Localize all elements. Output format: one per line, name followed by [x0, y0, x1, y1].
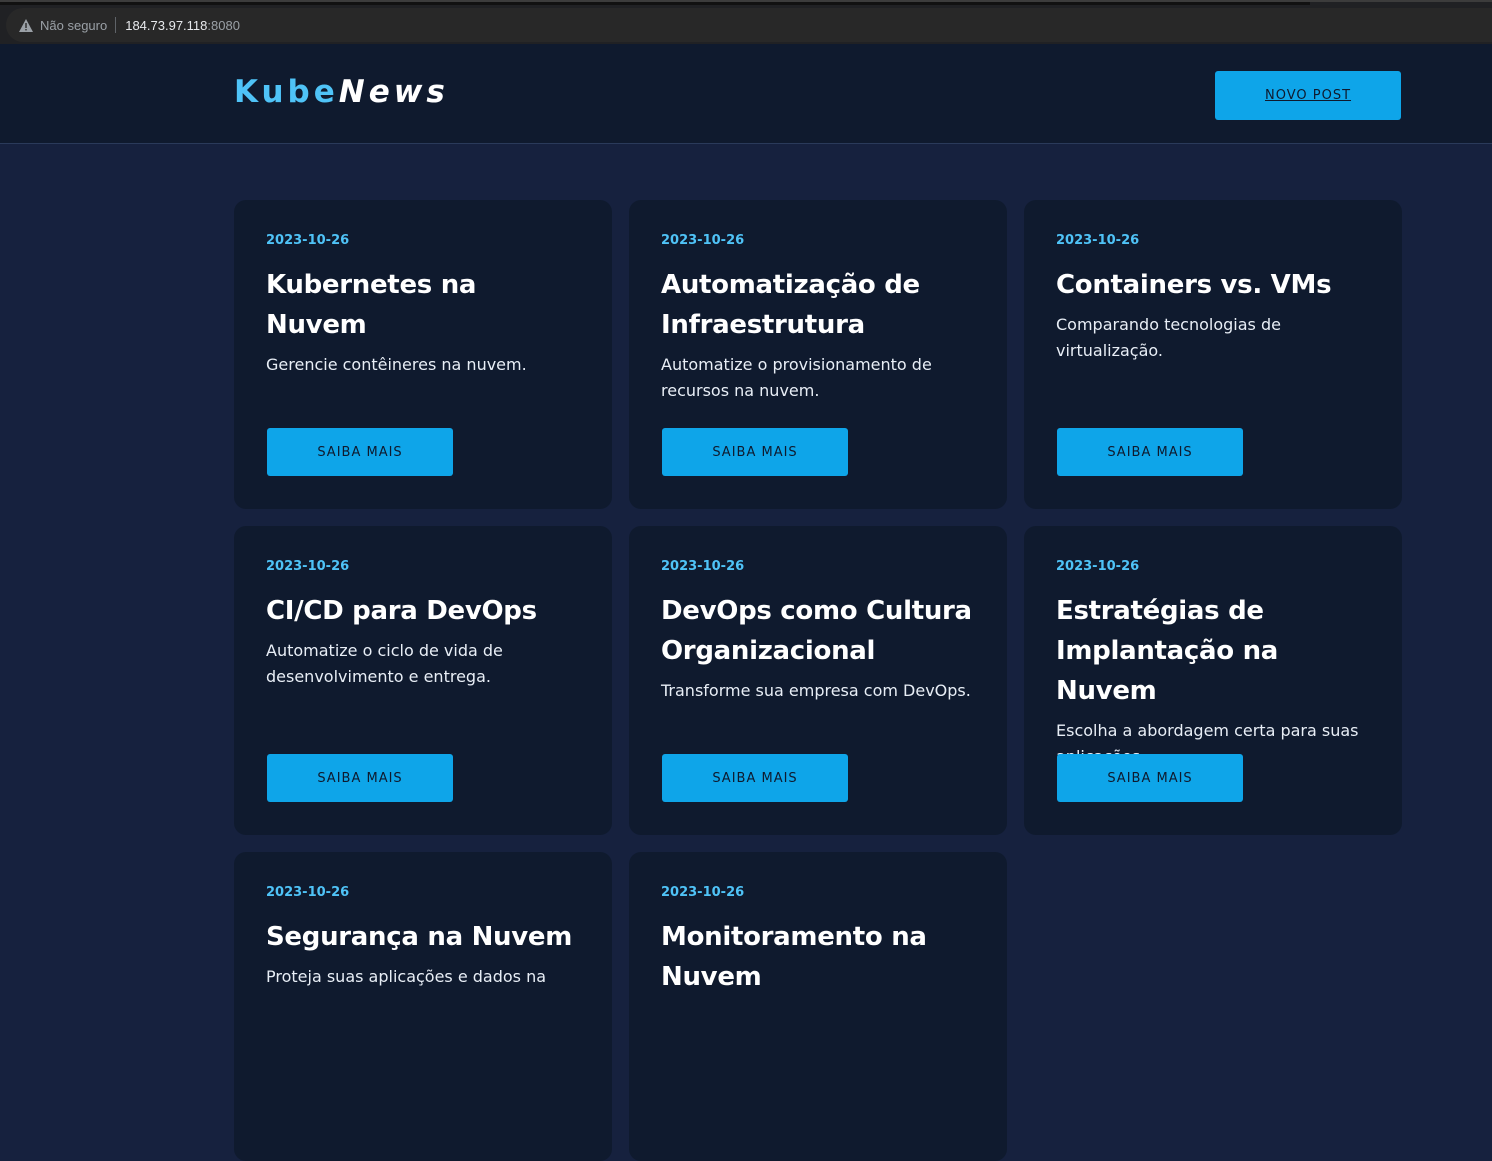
- post-card: 2023-10-26 Containers vs. VMs Comparando…: [1024, 200, 1402, 509]
- post-title: DevOps como Cultura Organizacional: [661, 596, 972, 666]
- post-card: 2023-10-26 CI/CD para DevOps Automatize …: [234, 526, 612, 835]
- url-port[interactable]: :8080: [207, 18, 240, 33]
- post-title: Segurança na Nuvem: [266, 922, 573, 952]
- site-header: KubeNews NOVO POST: [0, 44, 1492, 144]
- url-host[interactable]: 184.73.97.118: [125, 18, 207, 33]
- site-logo[interactable]: KubeNews: [234, 74, 449, 110]
- post-description: Proteja suas aplicações e dados na: [266, 967, 547, 986]
- new-post-button[interactable]: NOVO POST: [1215, 71, 1401, 120]
- security-status[interactable]: Não seguro: [40, 18, 107, 33]
- post-card: 2023-10-26 Segurança na Nuvem Proteja su…: [234, 852, 612, 1161]
- post-card: 2023-10-26 Kubernetes na Nuvem Gerencie …: [234, 200, 612, 509]
- post-date: 2023-10-26: [661, 559, 745, 574]
- post-description: Automatize o provisionamento de recursos…: [661, 355, 932, 400]
- posts-grid: 2023-10-26 Kubernetes na Nuvem Gerencie …: [234, 200, 1402, 1161]
- post-date: 2023-10-26: [661, 885, 745, 900]
- saiba-mais-button[interactable]: SAIBA MAIS: [662, 428, 848, 476]
- post-title: Automatização de Infraestrutura: [661, 270, 920, 340]
- divider: [115, 17, 117, 33]
- logo-news: News: [338, 74, 449, 110]
- saiba-mais-button[interactable]: SAIBA MAIS: [267, 428, 453, 476]
- post-date: 2023-10-26: [661, 233, 745, 248]
- warning-icon[interactable]: [18, 18, 34, 32]
- post-date: 2023-10-26: [266, 885, 350, 900]
- post-description: Gerencie contêineres na nuvem.: [266, 355, 527, 374]
- address-bar[interactable]: Não seguro 184.73.97.118:8080: [6, 8, 1492, 42]
- post-card: 2023-10-26 Automatização de Infraestrutu…: [629, 200, 1007, 509]
- post-date: 2023-10-26: [1056, 233, 1140, 248]
- saiba-mais-button[interactable]: SAIBA MAIS: [1057, 428, 1243, 476]
- post-description: Transforme sua empresa com DevOps.: [661, 681, 971, 700]
- post-date: 2023-10-26: [1056, 559, 1140, 574]
- post-card: 2023-10-26 Estratégias de Implantação na…: [1024, 526, 1402, 835]
- post-description: Comparando tecnologias de virtualização.: [1056, 315, 1281, 360]
- post-card: 2023-10-26 Monitoramento na Nuvem: [629, 852, 1007, 1161]
- post-title: Kubernetes na Nuvem: [266, 270, 477, 340]
- post-date: 2023-10-26: [266, 559, 350, 574]
- saiba-mais-button[interactable]: SAIBA MAIS: [1057, 754, 1243, 802]
- post-date: 2023-10-26: [266, 233, 350, 248]
- logo-kube: Kube: [234, 74, 339, 110]
- browser-toolbar: Não seguro 184.73.97.118:8080: [0, 0, 1492, 44]
- post-title: Containers vs. VMs: [1056, 270, 1332, 300]
- saiba-mais-button[interactable]: SAIBA MAIS: [267, 754, 453, 802]
- post-title: CI/CD para DevOps: [266, 596, 537, 626]
- post-title: Monitoramento na Nuvem: [661, 922, 927, 992]
- post-card: 2023-10-26 DevOps como Cultura Organizac…: [629, 526, 1007, 835]
- post-description: Automatize o ciclo de vida de desenvolvi…: [266, 641, 503, 686]
- saiba-mais-button[interactable]: SAIBA MAIS: [662, 754, 848, 802]
- post-title: Estratégias de Implantação na Nuvem: [1056, 596, 1279, 706]
- tab-strip: [0, 2, 1310, 5]
